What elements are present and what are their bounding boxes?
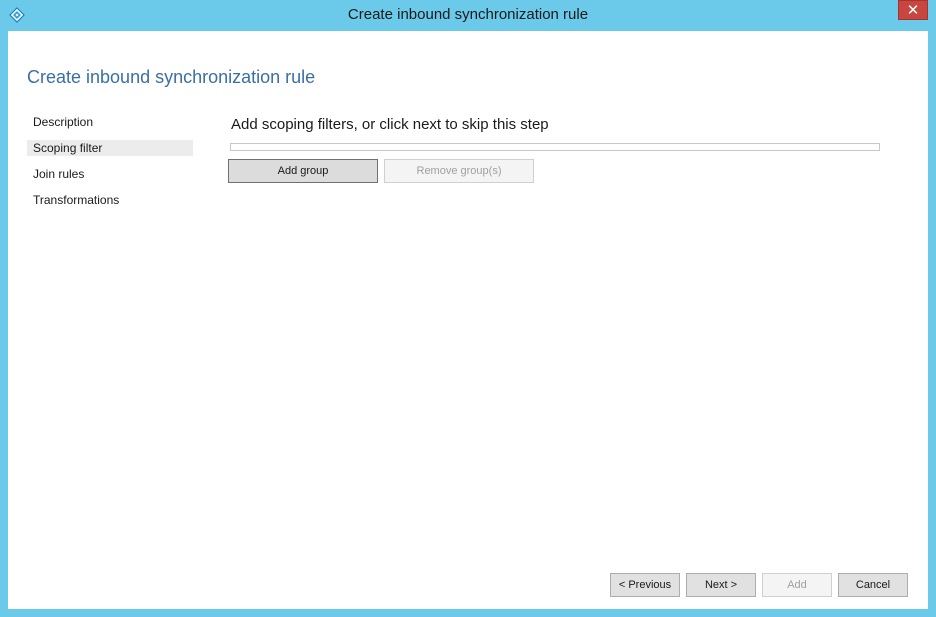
step-title: Add scoping filters, or click next to sk…	[231, 116, 549, 133]
close-button[interactable]: ✕	[898, 0, 928, 20]
add-button[interactable]: Add	[762, 573, 832, 597]
dialog-window: Create inbound synchronization rule ✕ Cr…	[0, 0, 936, 617]
nav-item-description[interactable]: Description	[27, 114, 193, 130]
cancel-button[interactable]: Cancel	[838, 573, 908, 597]
nav-item-scoping-filter[interactable]: Scoping filter	[27, 140, 193, 156]
wizard-steps-nav: Description Scoping filter Join rules Tr…	[27, 114, 193, 218]
nav-item-transformations[interactable]: Transformations	[27, 192, 193, 208]
title-bar[interactable]: Create inbound synchronization rule ✕	[0, 0, 936, 30]
page-heading: Create inbound synchronization rule	[27, 67, 316, 87]
window-title: Create inbound synchronization rule	[347, 6, 589, 23]
remove-groups-button[interactable]: Remove group(s)	[384, 159, 534, 183]
scoping-filter-groups-area[interactable]	[230, 143, 880, 151]
nav-item-join-rules[interactable]: Join rules	[27, 166, 193, 182]
dialog-content: Create inbound synchronization rule Desc…	[8, 31, 928, 609]
next-button[interactable]: Next >	[686, 573, 756, 597]
add-group-button[interactable]: Add group	[228, 159, 378, 183]
previous-button[interactable]: < Previous	[610, 573, 680, 597]
